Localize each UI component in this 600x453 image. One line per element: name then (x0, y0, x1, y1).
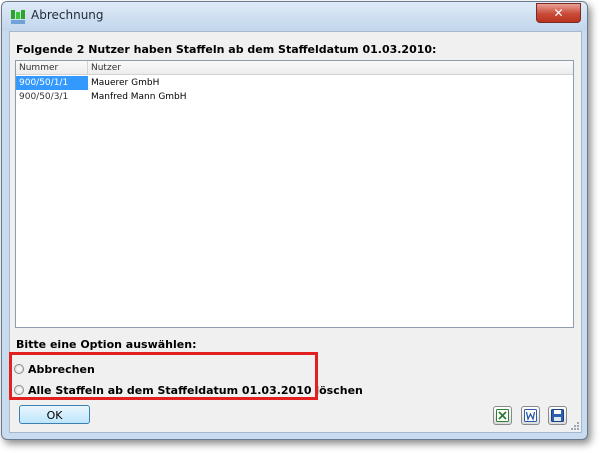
window-title: Abrechnung (31, 8, 104, 22)
list-item[interactable]: 900/50/1/1 Mauerer GmbH (16, 76, 573, 90)
excel-export-icon (496, 409, 509, 422)
column-header-nutzer[interactable]: Nutzer (88, 61, 573, 75)
excel-export-button[interactable] (493, 406, 512, 425)
list-item[interactable]: 900/50/3/1 Manfred Mann GmbH (16, 90, 573, 104)
word-export-button[interactable] (521, 406, 540, 425)
option-prompt: Bitte eine Option auswählen: (16, 338, 197, 351)
column-header-nummer[interactable]: Nummer (16, 61, 88, 75)
user-list[interactable]: Nummer Nutzer 900/50/1/1 Mauerer GmbH 90… (15, 60, 574, 328)
close-icon: ✕ (553, 6, 564, 20)
resize-grip-icon[interactable] (570, 421, 580, 431)
info-heading: Folgende 2 Nutzer haben Staffeln ab dem … (16, 43, 437, 56)
cell-nutzer: Manfred Mann GmbH (91, 92, 187, 102)
cell-nutzer: Mauerer GmbH (91, 78, 160, 88)
ok-button[interactable]: OK (19, 405, 90, 424)
save-button[interactable] (548, 406, 567, 425)
app-icon (11, 10, 25, 24)
close-button[interactable]: ✕ (536, 3, 581, 23)
word-export-icon (524, 409, 537, 422)
save-icon (551, 409, 564, 422)
highlight-box (9, 352, 318, 400)
cell-nummer: 900/50/1/1 (16, 76, 88, 90)
cell-nummer: 900/50/3/1 (19, 92, 69, 102)
title-bar[interactable]: Abrechnung ✕ (2, 2, 587, 31)
